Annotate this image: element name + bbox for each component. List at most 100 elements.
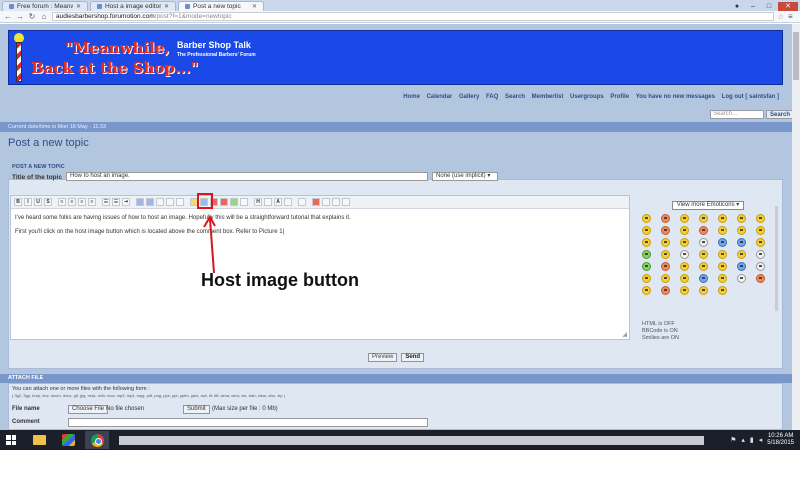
- emoticon-icon[interactable]: [737, 238, 746, 247]
- forum-banner[interactable]: "Meanwhile, Back at the Shop..." Barber …: [8, 30, 783, 85]
- emoticon-icon[interactable]: [737, 262, 746, 271]
- emoticon-icon[interactable]: [699, 226, 708, 235]
- italic-button[interactable]: I: [24, 198, 32, 206]
- image-icon[interactable]: [146, 198, 154, 206]
- nav-messages[interactable]: You have no new messages: [636, 94, 715, 100]
- view-more-emoticons-select[interactable]: View more Emoticons ▾: [672, 201, 744, 210]
- emoticon-icon[interactable]: [680, 286, 689, 295]
- home-icon[interactable]: ⌂: [40, 12, 48, 21]
- bold-button[interactable]: B: [14, 198, 22, 206]
- heading-button[interactable]: H: [254, 198, 262, 206]
- submit-button[interactable]: Submit: [183, 405, 210, 414]
- emoticon-scrollbar[interactable]: [775, 206, 778, 311]
- nav-logout[interactable]: Log out [ saintsfan ]: [722, 94, 779, 100]
- emoticon-icon[interactable]: [756, 238, 765, 247]
- close-tab-icon[interactable]: ✕: [76, 3, 81, 10]
- resize-handle-icon[interactable]: ◢: [622, 331, 627, 338]
- nav-search[interactable]: Search: [505, 94, 525, 100]
- emoticon-icon[interactable]: [756, 214, 765, 223]
- emoticon-icon[interactable]: [661, 274, 670, 283]
- emoticon-icon[interactable]: [661, 250, 670, 259]
- emoticon-icon[interactable]: [680, 250, 689, 259]
- superscript-icon[interactable]: [284, 198, 292, 206]
- nav-usergroups[interactable]: Usergroups: [570, 94, 604, 100]
- choose-file-button[interactable]: Choose File: [68, 405, 109, 414]
- fullscreen-icon[interactable]: [298, 198, 306, 206]
- user-icon[interactable]: ●: [730, 2, 744, 11]
- browser-tab-1[interactable]: Free forum : Meanwl ✕: [2, 1, 88, 11]
- nav-profile[interactable]: Profile: [610, 94, 629, 100]
- emoticon-icon[interactable]: [699, 262, 708, 271]
- emoticon-icon[interactable]: [699, 286, 708, 295]
- emoticon-icon[interactable]: [718, 226, 727, 235]
- emoticon-icon[interactable]: [642, 286, 651, 295]
- clock[interactable]: 10:26 AM 5/18/2015: [767, 433, 794, 447]
- emoticon-icon[interactable]: [642, 274, 651, 283]
- emoticon-icon[interactable]: [737, 214, 746, 223]
- emoticon-icon[interactable]: [642, 250, 651, 259]
- numbered-list-icon[interactable]: ☰: [112, 198, 120, 206]
- reload-icon[interactable]: ↻: [28, 12, 36, 21]
- emoticon-icon[interactable]: [680, 274, 689, 283]
- nav-faq[interactable]: FAQ: [486, 94, 498, 100]
- url-input[interactable]: audiesbarbershop.forumotion.com/post?f=1…: [52, 12, 774, 21]
- close-tab-icon[interactable]: ✕: [252, 3, 257, 10]
- send-button[interactable]: Send: [401, 352, 424, 362]
- emoticon-icon[interactable]: [642, 226, 651, 235]
- message-body[interactable]: I've heard some folks are having issues …: [15, 214, 620, 242]
- maximize-icon[interactable]: □: [762, 2, 776, 11]
- emoticon-icon[interactable]: [718, 274, 727, 283]
- emoticon-icon[interactable]: [661, 286, 670, 295]
- spoiler-icon[interactable]: [176, 198, 184, 206]
- comment-input[interactable]: [68, 418, 428, 427]
- volume-icon[interactable]: ◂: [759, 436, 763, 444]
- link-icon[interactable]: [136, 198, 144, 206]
- font-color-button[interactable]: A: [274, 198, 282, 206]
- emoticon-icon[interactable]: [642, 238, 651, 247]
- emoticon-icon[interactable]: [718, 262, 727, 271]
- close-tab-icon[interactable]: ✕: [164, 3, 169, 10]
- nav-calendar[interactable]: Calendar: [427, 94, 453, 100]
- emoticon-icon[interactable]: [661, 238, 670, 247]
- indent-icon[interactable]: ⇥: [122, 198, 130, 206]
- preview-button[interactable]: Preview: [367, 352, 398, 362]
- nav-gallery[interactable]: Gallery: [459, 94, 479, 100]
- close-window-icon[interactable]: ✕: [778, 1, 798, 11]
- emoticon-icon[interactable]: [718, 250, 727, 259]
- emoticon-icon[interactable]: [680, 262, 689, 271]
- emoticon-icon[interactable]: [699, 238, 708, 247]
- align-center-icon[interactable]: ≡: [68, 198, 76, 206]
- taskbar-chrome[interactable]: [85, 431, 109, 449]
- emoticon-icon[interactable]: [737, 226, 746, 235]
- emoticon-icon[interactable]: [718, 286, 727, 295]
- browser-tab-3[interactable]: Post a new topic ✕: [178, 1, 264, 11]
- topic-title-input[interactable]: How to host an image.: [66, 172, 428, 181]
- align-right-icon[interactable]: ≡: [78, 198, 86, 206]
- search-input[interactable]: Search...: [710, 110, 764, 119]
- align-justify-icon[interactable]: ≡: [88, 198, 96, 206]
- page-scrollbar[interactable]: [792, 24, 800, 430]
- emoticon-icon[interactable]: [756, 262, 765, 271]
- flag-icon[interactable]: ⚑: [730, 436, 736, 444]
- message-editor[interactable]: B I U S ≡ ≡ ≡ ≡ ☰ ☰ ⇥ H A I've heard som…: [10, 193, 630, 340]
- emoticon-icon[interactable]: [737, 274, 746, 283]
- taskbar-explorer[interactable]: [27, 431, 51, 449]
- emoticon-icon[interactable]: [680, 238, 689, 247]
- nav-memberlist[interactable]: Memberlist: [532, 94, 564, 100]
- emoticon-icon[interactable]: [718, 214, 727, 223]
- underline-button[interactable]: U: [34, 198, 42, 206]
- settings-icon[interactable]: [322, 198, 330, 206]
- scrollbar-thumb[interactable]: [793, 32, 799, 80]
- emoticon-icon[interactable]: [737, 250, 746, 259]
- quote-icon[interactable]: [156, 198, 164, 206]
- emoticon-icon[interactable]: [718, 238, 727, 247]
- strike-button[interactable]: S: [44, 198, 52, 206]
- bullet-list-icon[interactable]: ☰: [102, 198, 110, 206]
- flash-icon[interactable]: [220, 198, 228, 206]
- chevron-up-icon[interactable]: ▴: [741, 436, 745, 444]
- emoticon-icon[interactable]: [661, 214, 670, 223]
- font-size-icon[interactable]: [264, 198, 272, 206]
- back-icon[interactable]: ←: [4, 12, 12, 21]
- emoticon-icon[interactable]: [699, 250, 708, 259]
- hr-icon[interactable]: [240, 198, 248, 206]
